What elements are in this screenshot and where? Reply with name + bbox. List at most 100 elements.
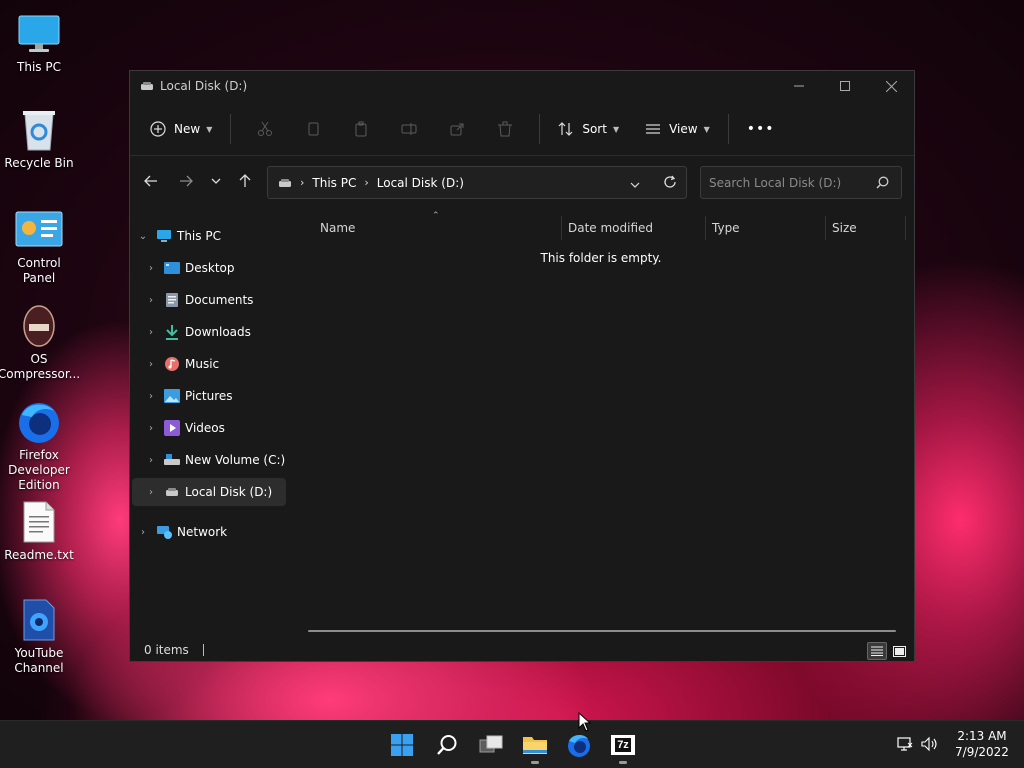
forward-button[interactable] bbox=[171, 166, 201, 196]
nav-item-network[interactable]: › Network bbox=[136, 518, 290, 546]
nav-item-desktop[interactable]: › Desktop bbox=[144, 254, 298, 282]
desktop-icon-os-compressor[interactable]: OS Compressor... bbox=[0, 302, 80, 382]
chevron-down-icon: ▼ bbox=[206, 124, 213, 134]
column-header-size[interactable]: Size bbox=[832, 216, 904, 240]
file-explorer-taskbar-button[interactable] bbox=[519, 729, 551, 764]
minimize-button[interactable] bbox=[776, 71, 822, 101]
nav-item-music[interactable]: › Music bbox=[144, 350, 298, 378]
taskbar-clock[interactable]: 2:13 AM 7/9/2022 bbox=[944, 728, 1020, 760]
chevron-right-icon[interactable]: › bbox=[144, 487, 158, 498]
nav-item-label: Music bbox=[185, 357, 220, 371]
nav-item-pictures[interactable]: › Pictures bbox=[144, 382, 298, 410]
chevron-right-icon[interactable]: › bbox=[144, 295, 158, 306]
column-divider[interactable] bbox=[561, 216, 562, 240]
drive-icon bbox=[279, 178, 291, 187]
desktop-icon-firefox-developer[interactable]: Firefox Developer Edition bbox=[0, 398, 78, 493]
column-header-date-modified[interactable]: Date modified bbox=[568, 216, 704, 240]
close-button[interactable] bbox=[868, 71, 914, 101]
delete-button[interactable] bbox=[481, 113, 529, 145]
view-button[interactable]: View ▼ bbox=[637, 113, 718, 145]
youtube-channel-icon bbox=[15, 596, 63, 644]
column-divider[interactable] bbox=[825, 216, 826, 240]
arrow-left-icon bbox=[144, 175, 157, 187]
nav-item-this-pc[interactable]: ⌄ This PC bbox=[136, 222, 290, 250]
paste-button[interactable] bbox=[337, 113, 385, 145]
window-controls bbox=[776, 71, 914, 101]
start-button[interactable] bbox=[386, 729, 418, 761]
chevron-right-icon[interactable]: › bbox=[144, 391, 158, 402]
search-placeholder: Search Local Disk (D:) bbox=[709, 175, 842, 190]
more-options-button[interactable]: ••• bbox=[739, 113, 783, 145]
share-button[interactable] bbox=[433, 113, 481, 145]
nav-item-label: New Volume (C:) bbox=[185, 453, 286, 467]
nav-item-label: Documents bbox=[185, 293, 254, 307]
volume-icon[interactable] bbox=[921, 736, 939, 755]
desktop-icon-youtube-channel[interactable]: YouTube Channel bbox=[0, 596, 78, 676]
new-button[interactable]: New ▼ bbox=[142, 113, 220, 145]
firefox-developer-icon bbox=[568, 735, 590, 757]
breadcrumb-separator-icon: › bbox=[364, 176, 369, 189]
drive-icon bbox=[140, 79, 154, 93]
network-status-icon[interactable] bbox=[897, 736, 913, 755]
task-view-icon bbox=[479, 735, 503, 753]
desktop-icon-readme[interactable]: Readme.txt bbox=[0, 498, 78, 563]
breadcrumb-this-pc[interactable]: This PC bbox=[312, 176, 356, 190]
search-input[interactable]: Search Local Disk (D:) bbox=[700, 166, 902, 199]
text-file-icon bbox=[15, 498, 63, 546]
firefox-developer-taskbar-button[interactable] bbox=[563, 729, 595, 761]
chevron-right-icon[interactable]: › bbox=[144, 455, 158, 466]
chevron-right-icon[interactable]: › bbox=[144, 327, 158, 338]
chevron-right-icon[interactable]: › bbox=[144, 263, 158, 274]
maximize-icon bbox=[840, 81, 850, 91]
up-button[interactable] bbox=[230, 166, 260, 196]
network-icon bbox=[156, 524, 172, 540]
nav-item-local-disk-d[interactable]: › Local Disk (D:) bbox=[132, 478, 286, 506]
address-dropdown-button[interactable] bbox=[630, 177, 640, 191]
clock-date: 7/9/2022 bbox=[955, 745, 1009, 759]
large-icons-view-button[interactable] bbox=[889, 642, 909, 660]
column-divider[interactable] bbox=[705, 216, 706, 240]
breadcrumb-local-disk[interactable]: Local Disk (D:) bbox=[377, 176, 464, 190]
sort-button[interactable]: Sort ▼ bbox=[550, 113, 627, 145]
chevron-down-icon bbox=[630, 182, 640, 188]
nav-item-label: Videos bbox=[185, 421, 225, 435]
horizontal-scrollbar[interactable] bbox=[308, 630, 896, 632]
column-label: Name bbox=[320, 221, 356, 235]
running-indicator bbox=[619, 761, 627, 764]
search-button[interactable] bbox=[431, 729, 463, 761]
status-bar: 0 items bbox=[130, 639, 914, 661]
search-icon bbox=[876, 176, 889, 189]
nav-item-new-volume-c[interactable]: › New Volume (C:) bbox=[144, 446, 298, 474]
nav-item-downloads[interactable]: › Downloads bbox=[144, 318, 298, 346]
title-bar[interactable]: Local Disk (D:) bbox=[130, 71, 914, 101]
details-view-button[interactable] bbox=[867, 642, 887, 660]
maximize-button[interactable] bbox=[822, 71, 868, 101]
desktop-icon-label: This PC bbox=[17, 60, 61, 74]
desktop-icon-this-pc[interactable]: This PC bbox=[0, 10, 78, 75]
chevron-right-icon[interactable]: › bbox=[144, 359, 158, 370]
toolbar-divider bbox=[727, 114, 729, 144]
chevron-down-icon[interactable]: ⌄ bbox=[136, 231, 150, 242]
column-header-name[interactable]: Name bbox=[320, 216, 560, 240]
desktop-icon-recycle-bin[interactable]: Recycle Bin bbox=[0, 106, 78, 171]
sort-icon bbox=[558, 122, 573, 136]
refresh-button[interactable] bbox=[663, 175, 677, 192]
chevron-right-icon[interactable]: › bbox=[136, 527, 150, 538]
cut-button[interactable] bbox=[241, 113, 289, 145]
rename-button[interactable] bbox=[385, 113, 433, 145]
status-divider bbox=[202, 644, 204, 656]
task-view-button[interactable] bbox=[475, 729, 507, 761]
copy-button[interactable] bbox=[289, 113, 337, 145]
nav-item-documents[interactable]: › Documents bbox=[144, 286, 298, 314]
recent-locations-button[interactable] bbox=[201, 166, 231, 196]
nav-item-videos[interactable]: › Videos bbox=[144, 414, 298, 442]
desktop-icon-control-panel[interactable]: Control Panel bbox=[0, 206, 78, 286]
column-header-type[interactable]: Type bbox=[712, 216, 824, 240]
chevron-right-icon[interactable]: › bbox=[144, 423, 158, 434]
seven-zip-taskbar-button[interactable]: 7z bbox=[607, 729, 639, 764]
breadcrumb-separator-icon: › bbox=[300, 176, 305, 189]
file-list: ⌃ Name Date modified Type Size This fold… bbox=[288, 211, 914, 636]
address-bar[interactable]: › This PC › Local Disk (D:) bbox=[267, 166, 687, 199]
back-button[interactable] bbox=[136, 166, 166, 196]
column-divider[interactable] bbox=[905, 216, 906, 240]
